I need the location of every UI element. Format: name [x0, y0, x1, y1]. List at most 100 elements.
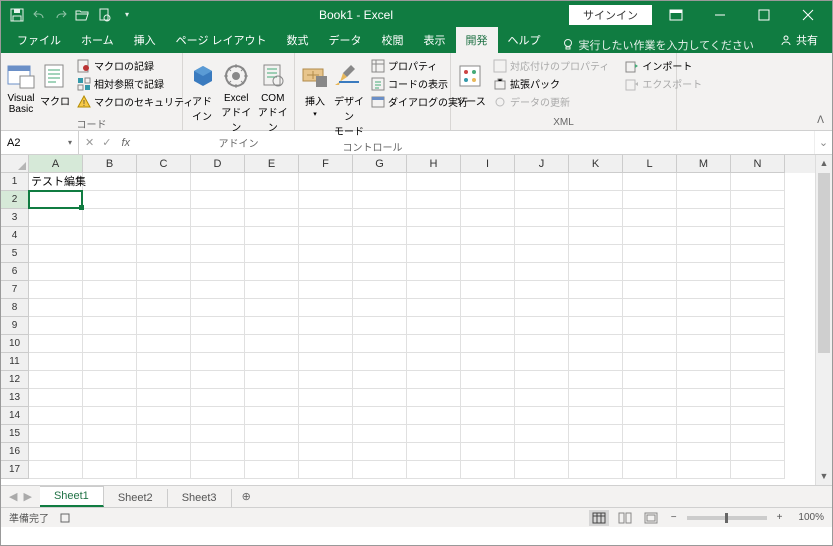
cell-I6[interactable] — [461, 263, 515, 281]
col-header-E[interactable]: E — [245, 155, 299, 173]
cell-E3[interactable] — [245, 209, 299, 227]
cell-A14[interactable] — [29, 407, 83, 425]
sheet-tab-sheet1[interactable]: Sheet1 — [40, 486, 104, 507]
cell-L8[interactable] — [623, 299, 677, 317]
cell-H4[interactable] — [407, 227, 461, 245]
sheet-nav-prev-icon[interactable]: ◀ — [9, 490, 17, 503]
cell-M7[interactable] — [677, 281, 731, 299]
cell-N11[interactable] — [731, 353, 785, 371]
cell-C3[interactable] — [137, 209, 191, 227]
addins-button[interactable]: アド イン — [187, 57, 217, 123]
cell-I7[interactable] — [461, 281, 515, 299]
cell-K4[interactable] — [569, 227, 623, 245]
cell-D10[interactable] — [191, 335, 245, 353]
col-header-G[interactable]: G — [353, 155, 407, 173]
cell-G1[interactable] — [353, 173, 407, 191]
cell-E7[interactable] — [245, 281, 299, 299]
cell-G14[interactable] — [353, 407, 407, 425]
cell-K5[interactable] — [569, 245, 623, 263]
com-addins-button[interactable]: COM アドイン — [256, 57, 291, 134]
cell-F5[interactable] — [299, 245, 353, 263]
cell-N9[interactable] — [731, 317, 785, 335]
cell-L1[interactable] — [623, 173, 677, 191]
cell-M5[interactable] — [677, 245, 731, 263]
cell-E8[interactable] — [245, 299, 299, 317]
cell-N6[interactable] — [731, 263, 785, 281]
cell-C14[interactable] — [137, 407, 191, 425]
cell-D11[interactable] — [191, 353, 245, 371]
cell-H6[interactable] — [407, 263, 461, 281]
cell-F15[interactable] — [299, 425, 353, 443]
cell-I12[interactable] — [461, 371, 515, 389]
row-header-7[interactable]: 7 — [1, 281, 29, 299]
cell-E2[interactable] — [245, 191, 299, 209]
cell-G16[interactable] — [353, 443, 407, 461]
zoom-in-button[interactable]: + — [773, 512, 787, 523]
cell-G15[interactable] — [353, 425, 407, 443]
cell-J5[interactable] — [515, 245, 569, 263]
cell-C8[interactable] — [137, 299, 191, 317]
import-button[interactable]: インポート — [621, 57, 706, 74]
cell-F4[interactable] — [299, 227, 353, 245]
cell-H15[interactable] — [407, 425, 461, 443]
macro-button[interactable]: マクロ — [39, 57, 71, 108]
cell-G6[interactable] — [353, 263, 407, 281]
cell-E14[interactable] — [245, 407, 299, 425]
cell-B9[interactable] — [83, 317, 137, 335]
tab-layout[interactable]: ページ レイアウト — [166, 27, 277, 53]
cell-L16[interactable] — [623, 443, 677, 461]
row-header-3[interactable]: 3 — [1, 209, 29, 227]
row-header-14[interactable]: 14 — [1, 407, 29, 425]
col-header-D[interactable]: D — [191, 155, 245, 173]
cell-K15[interactable] — [569, 425, 623, 443]
expand-formula-icon[interactable]: ⌄ — [814, 131, 832, 154]
cell-K10[interactable] — [569, 335, 623, 353]
cell-E6[interactable] — [245, 263, 299, 281]
cell-A3[interactable] — [29, 209, 83, 227]
cell-N7[interactable] — [731, 281, 785, 299]
close-icon[interactable] — [788, 1, 828, 28]
cell-L9[interactable] — [623, 317, 677, 335]
open-icon[interactable] — [73, 5, 93, 25]
tab-review[interactable]: 校閲 — [372, 27, 414, 53]
cell-K7[interactable] — [569, 281, 623, 299]
cell-A8[interactable] — [29, 299, 83, 317]
cell-C5[interactable] — [137, 245, 191, 263]
col-header-B[interactable]: B — [83, 155, 137, 173]
col-header-M[interactable]: M — [677, 155, 731, 173]
cell-K1[interactable] — [569, 173, 623, 191]
tab-home[interactable]: ホーム — [71, 27, 124, 53]
cell-N5[interactable] — [731, 245, 785, 263]
relative-ref-button[interactable]: 相対参照で記録 — [73, 75, 197, 92]
row-header-5[interactable]: 5 — [1, 245, 29, 263]
cell-H16[interactable] — [407, 443, 461, 461]
cell-B8[interactable] — [83, 299, 137, 317]
cell-I17[interactable] — [461, 461, 515, 479]
cell-J13[interactable] — [515, 389, 569, 407]
normal-view-icon[interactable] — [589, 510, 609, 526]
cell-N14[interactable] — [731, 407, 785, 425]
cell-A15[interactable] — [29, 425, 83, 443]
cell-I16[interactable] — [461, 443, 515, 461]
cell-M9[interactable] — [677, 317, 731, 335]
cell-H8[interactable] — [407, 299, 461, 317]
cell-E11[interactable] — [245, 353, 299, 371]
cell-H13[interactable] — [407, 389, 461, 407]
cell-J14[interactable] — [515, 407, 569, 425]
cell-E5[interactable] — [245, 245, 299, 263]
sheet-tab-sheet3[interactable]: Sheet3 — [168, 489, 232, 507]
cell-I4[interactable] — [461, 227, 515, 245]
row-header-17[interactable]: 17 — [1, 461, 29, 479]
macro-record-status-icon[interactable] — [59, 512, 71, 524]
undo-icon[interactable] — [29, 5, 49, 25]
cell-D9[interactable] — [191, 317, 245, 335]
row-header-4[interactable]: 4 — [1, 227, 29, 245]
cell-B7[interactable] — [83, 281, 137, 299]
cell-L7[interactable] — [623, 281, 677, 299]
cell-D6[interactable] — [191, 263, 245, 281]
minimize-icon[interactable] — [700, 1, 740, 28]
cell-D3[interactable] — [191, 209, 245, 227]
cell-M10[interactable] — [677, 335, 731, 353]
record-macro-button[interactable]: マクロの記録 — [73, 57, 197, 74]
cell-I2[interactable] — [461, 191, 515, 209]
